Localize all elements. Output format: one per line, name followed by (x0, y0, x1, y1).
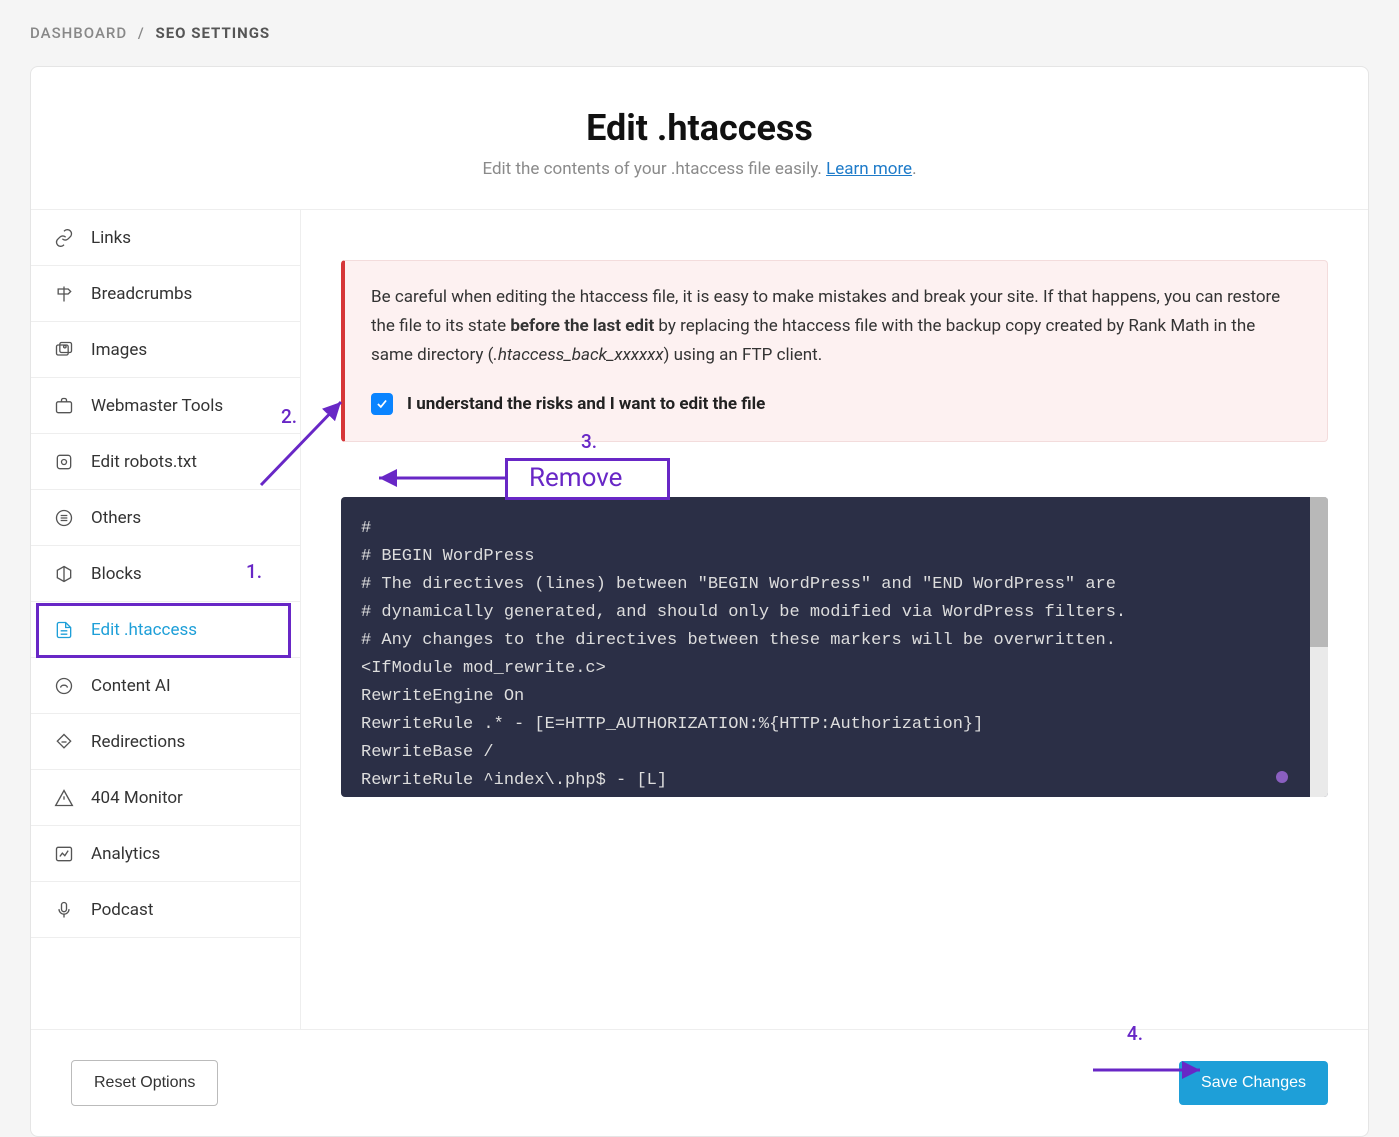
sidebar-item-label: Edit .htaccess (91, 620, 197, 640)
panel: Edit .htaccess Edit the contents of your… (30, 66, 1369, 1137)
sidebar-item-label: Edit robots.txt (91, 452, 197, 472)
analytics-icon (53, 843, 75, 865)
risk-checkbox[interactable] (371, 393, 393, 415)
sidebar-item-analytics[interactable]: Analytics (31, 826, 300, 882)
sidebar-item-webmaster[interactable]: Webmaster Tools (31, 378, 300, 434)
sidebar-item-htaccess[interactable]: Edit .htaccess (31, 602, 300, 658)
page-subtitle: Edit the contents of your .htaccess file… (31, 159, 1368, 179)
mic-icon (53, 899, 75, 921)
sidebar-item-label: Breadcrumbs (91, 284, 192, 304)
breadcrumb-root[interactable]: DASHBOARD (30, 24, 127, 42)
learn-more-link[interactable]: Learn more (826, 159, 912, 179)
sidebar-item-label: Webmaster Tools (91, 396, 223, 416)
footer: Reset Options Save Changes 4. (31, 1029, 1368, 1136)
breadcrumb-current: SEO SETTINGS (155, 24, 270, 42)
sidebar-item-label: 404 Monitor (91, 788, 183, 808)
images-icon (53, 339, 75, 361)
sidebar-item-label: Redirections (91, 732, 185, 752)
sidebar-item-breadcrumbs[interactable]: Breadcrumbs (31, 266, 300, 322)
risk-checkbox-label: I understand the risks and I want to edi… (407, 390, 765, 419)
main: Be careful when editing the htaccess fil… (301, 209, 1368, 1029)
links-icon (53, 227, 75, 249)
warning-box: Be careful when editing the htaccess fil… (341, 260, 1328, 442)
breadcrumb-sep: / (132, 24, 151, 42)
sidebar-item-contentai[interactable]: Content AI (31, 658, 300, 714)
sidebar-item-podcast[interactable]: Podcast (31, 882, 300, 938)
sidebar-item-blocks[interactable]: Blocks (31, 546, 300, 602)
scrollbar-thumb[interactable] (1310, 497, 1328, 647)
sidebar-item-label: Podcast (91, 900, 153, 920)
sidebar-item-label: Analytics (91, 844, 160, 864)
annotation-arrow-remove (371, 466, 511, 490)
sidebar-item-redirections[interactable]: Redirections (31, 714, 300, 770)
annotation-remove-box (505, 458, 670, 500)
htaccess-editor[interactable]: # # BEGIN WordPress # The directives (li… (341, 497, 1328, 797)
header: Edit .htaccess Edit the contents of your… (31, 67, 1368, 209)
editor-dot (1276, 771, 1288, 783)
file-icon (53, 619, 75, 641)
list-icon (53, 507, 75, 529)
ai-icon (53, 675, 75, 697)
blocks-icon (53, 563, 75, 585)
robots-icon (53, 451, 75, 473)
sidebar-item-label: Links (91, 228, 131, 248)
page-title: Edit .htaccess (31, 107, 1368, 149)
sidebar-item-images[interactable]: Images (31, 322, 300, 378)
sidebar-item-label: Images (91, 340, 147, 360)
sidebar-item-links[interactable]: Links (31, 210, 300, 266)
save-button[interactable]: Save Changes (1179, 1061, 1328, 1105)
breadcrumb: DASHBOARD / SEO SETTINGS (0, 0, 1399, 66)
reset-button[interactable]: Reset Options (71, 1060, 218, 1106)
sidebar-item-label: Blocks (91, 564, 142, 584)
signpost-icon (53, 283, 75, 305)
sidebar-item-404[interactable]: 404 Monitor (31, 770, 300, 826)
sidebar: Links Breadcrumbs Images Webmaster Tools… (31, 209, 301, 1029)
redirect-icon (53, 731, 75, 753)
briefcase-icon (53, 395, 75, 417)
sidebar-item-others[interactable]: Others (31, 490, 300, 546)
warning-icon (53, 787, 75, 809)
annotation-remove-label: Remove (529, 463, 622, 493)
sidebar-item-label: Others (91, 508, 141, 528)
sidebar-item-label: Content AI (91, 676, 171, 696)
sidebar-item-robots[interactable]: Edit robots.txt (31, 434, 300, 490)
